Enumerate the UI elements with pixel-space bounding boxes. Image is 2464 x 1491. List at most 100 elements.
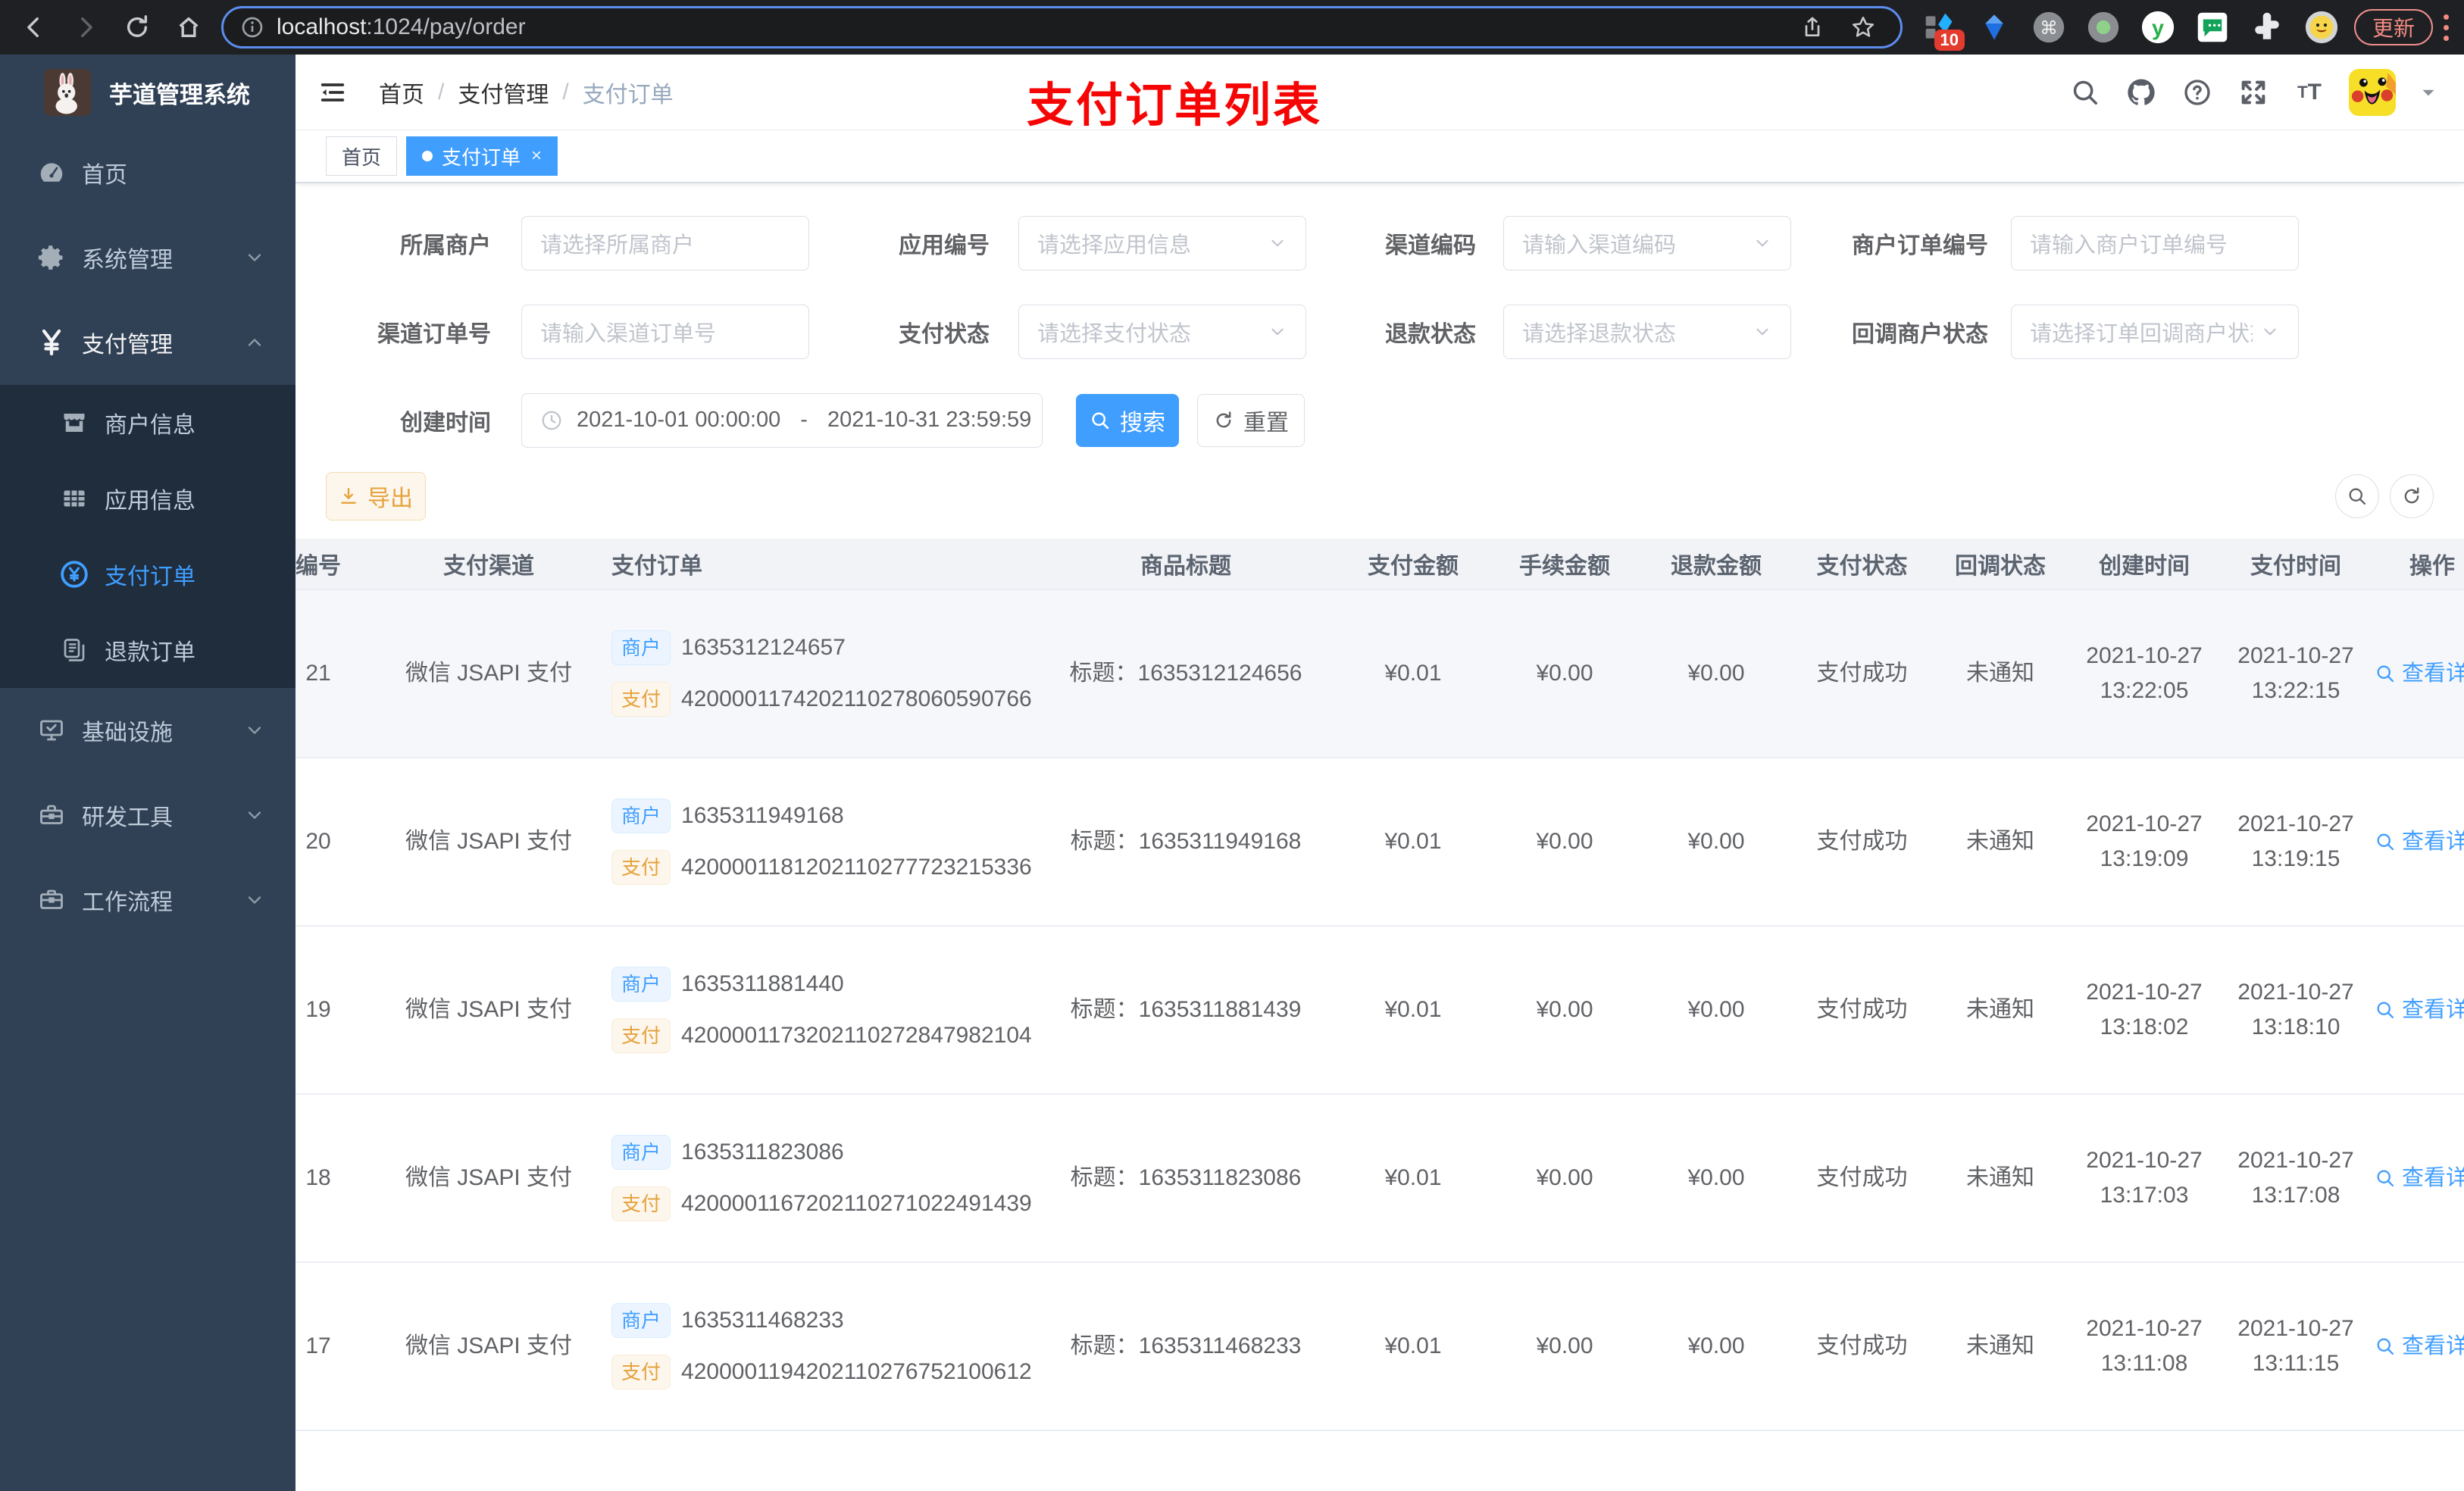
- sidebar-item-refund-order[interactable]: 退款订单: [0, 612, 295, 688]
- cell-created: 2021-10-27 13:11:08: [2086, 1316, 2203, 1376]
- sidebar-toggle-icon[interactable]: [317, 77, 349, 108]
- view-detail-link[interactable]: 查看详情: [2375, 992, 2464, 1027]
- clock-icon: [540, 409, 563, 432]
- channel-pay-no: 4200001173202110272847982104: [681, 1023, 1032, 1048]
- view-detail-link[interactable]: 查看详情: [2375, 1161, 2464, 1196]
- notify-status-select[interactable]: 请选择订单回调商户状态: [2011, 304, 2299, 359]
- cell-id: 17: [305, 1333, 331, 1358]
- range-end[interactable]: 2021-10-31 23:59:59: [827, 408, 1031, 433]
- cell-action: 查看详情: [2372, 927, 2464, 1093]
- site-info-icon[interactable]: [240, 15, 264, 39]
- sidebar-item-merchant-info[interactable]: 商户信息: [0, 385, 295, 461]
- search-button[interactable]: 搜索: [1076, 393, 1179, 447]
- channel-order-no-input[interactable]: 请输入渠道订单号: [521, 304, 809, 359]
- sidebar-item-payment[interactable]: 支付管理: [0, 300, 295, 385]
- merchant-tag: 商户: [611, 1303, 671, 1338]
- chevron-down-icon: [2260, 322, 2280, 342]
- breadcrumb-payment[interactable]: 支付管理: [458, 76, 549, 109]
- cell-created: 2021-10-27 13:22:05: [2086, 643, 2203, 703]
- view-detail-link[interactable]: 查看详情: [2375, 656, 2464, 691]
- profile-avatar-icon[interactable]: [2304, 10, 2339, 45]
- pay-tag: 支付: [611, 682, 671, 717]
- placeholder: 请输入商户订单编号: [2030, 233, 2228, 258]
- help-icon[interactable]: [2181, 76, 2214, 109]
- placeholder: 请选择退款状态: [1522, 321, 1677, 346]
- tag-pay-order[interactable]: 支付订单 ×: [406, 136, 558, 176]
- breadcrumb-home[interactable]: 首页: [379, 76, 424, 109]
- cell-paid: 2021-10-27 13:17:08: [2237, 1148, 2354, 1208]
- table-row[interactable]: 18 微信 JSAPI 支付 商户 1635311823086 支付 4200001…: [295, 1095, 2464, 1263]
- app-select[interactable]: 请选择应用信息: [1018, 215, 1306, 270]
- cell-title: 标题：1635311823086: [1070, 1165, 1302, 1190]
- sidebar-item-label: 研发工具: [82, 805, 173, 830]
- briefcase-icon: [35, 883, 68, 917]
- channel-code-select[interactable]: 请输入渠道编码: [1503, 215, 1791, 270]
- font-size-icon[interactable]: TT: [2293, 76, 2326, 109]
- range-start[interactable]: 2021-10-01 00:00:00: [577, 408, 780, 433]
- cell-amount: ¥0.01: [1384, 997, 1442, 1022]
- cell-paid: 2021-10-27 13:11:15: [2237, 1316, 2354, 1376]
- browser-menu-icon[interactable]: [2444, 14, 2449, 41]
- extensions-puzzle-icon[interactable]: [2250, 10, 2284, 45]
- sidebar-item-home[interactable]: 首页: [0, 130, 295, 215]
- sketch-extension-icon[interactable]: 10: [1922, 10, 1965, 51]
- col-pay-order: 支付订单: [611, 554, 702, 579]
- pay-tag: 支付: [611, 1186, 671, 1221]
- gem-extension-icon[interactable]: [1977, 10, 2012, 45]
- export-button[interactable]: 导出: [326, 472, 426, 520]
- sidebar-item-dev-tools[interactable]: 研发工具: [0, 773, 295, 858]
- pay-tag: 支付: [611, 1355, 671, 1389]
- view-detail-link[interactable]: 查看详情: [2375, 824, 2464, 859]
- table-row[interactable]: 19 微信 JSAPI 支付 商户 1635311881440 支付 4200001…: [295, 927, 2464, 1095]
- sidebar-item-workflow[interactable]: 工作流程: [0, 858, 295, 942]
- cell-title: 标题：1635311881439: [1070, 997, 1302, 1022]
- chevron-down-icon: [1753, 322, 1772, 342]
- home-icon[interactable]: [174, 13, 203, 42]
- update-button[interactable]: 更新: [2353, 9, 2433, 45]
- fullscreen-icon[interactable]: [2237, 76, 2270, 109]
- forward-icon[interactable]: [71, 13, 100, 42]
- y-extension-icon[interactable]: y: [2140, 10, 2175, 45]
- user-avatar[interactable]: [2349, 68, 2396, 116]
- bookmark-star-icon[interactable]: [1850, 14, 1876, 40]
- chat-extension-icon[interactable]: [2195, 10, 2230, 45]
- chevron-down-icon: [1753, 233, 1772, 253]
- share-icon[interactable]: [1800, 15, 1825, 39]
- tag-close-icon[interactable]: ×: [531, 145, 542, 167]
- toggle-search-button[interactable]: [2335, 474, 2379, 518]
- tag-home[interactable]: 首页: [326, 136, 398, 176]
- search-icon[interactable]: [2068, 76, 2102, 109]
- search-icon: [1090, 410, 1111, 431]
- cell-action: 查看详情: [2372, 758, 2464, 925]
- refresh-table-button[interactable]: [2390, 474, 2434, 518]
- table-row[interactable]: 商户1635311951796: [295, 1431, 2464, 1491]
- url-text[interactable]: localhost:1024/pay/order: [277, 14, 1800, 40]
- cell-pay-order: 商户 1635312124657 支付 4200001174202110278060…: [602, 590, 1034, 757]
- sidebar-item-app-info[interactable]: 应用信息: [0, 461, 295, 536]
- view-detail-link[interactable]: 查看详情: [2375, 1329, 2464, 1364]
- back-icon[interactable]: [20, 13, 48, 42]
- sidebar-item-infrastructure[interactable]: 基础设施: [0, 688, 295, 773]
- reload-icon[interactable]: [123, 13, 152, 42]
- cell-channel: 微信 JSAPI 支付: [405, 997, 573, 1022]
- cell-action: 查看详情: [2372, 1263, 2464, 1430]
- refund-status-select[interactable]: 请选择退款状态: [1503, 304, 1791, 359]
- sidebar-item-system[interactable]: 系统管理: [0, 215, 295, 300]
- table-row[interactable]: 17 微信 JSAPI 支付 商户 1635311468233 支付 4200001…: [295, 1263, 2464, 1431]
- table-row[interactable]: 21 微信 JSAPI 支付 商户 1635312124657 支付 4200001…: [295, 590, 2464, 758]
- dashboard-icon: [35, 156, 68, 189]
- merchant-order-no-input[interactable]: 请输入商户订单编号: [2011, 215, 2299, 270]
- reset-button[interactable]: 重置: [1197, 393, 1305, 447]
- recorder-extension-icon[interactable]: [2086, 10, 2121, 45]
- table-row[interactable]: 20 微信 JSAPI 支付 商户 1635311949168 支付 4200001…: [295, 758, 2464, 927]
- avatar-caret-icon[interactable]: [2419, 83, 2438, 102]
- sidebar-logo[interactable]: 芋道管理系统: [0, 55, 295, 130]
- pay-status-select[interactable]: 请选择支付状态: [1018, 304, 1306, 359]
- merchant-select[interactable]: 请选择所属商户: [521, 215, 809, 270]
- command-extension-icon[interactable]: ⌘: [2031, 10, 2066, 45]
- create-time-range-picker[interactable]: 2021-10-01 00:00:00 - 2021-10-31 23:59:5…: [521, 392, 1043, 448]
- sidebar-item-pay-order[interactable]: 支付订单: [0, 536, 295, 612]
- github-icon[interactable]: [2125, 76, 2158, 109]
- sidebar-item-label: 退款订单: [105, 640, 195, 665]
- address-bar[interactable]: localhost:1024/pay/order: [221, 6, 1903, 48]
